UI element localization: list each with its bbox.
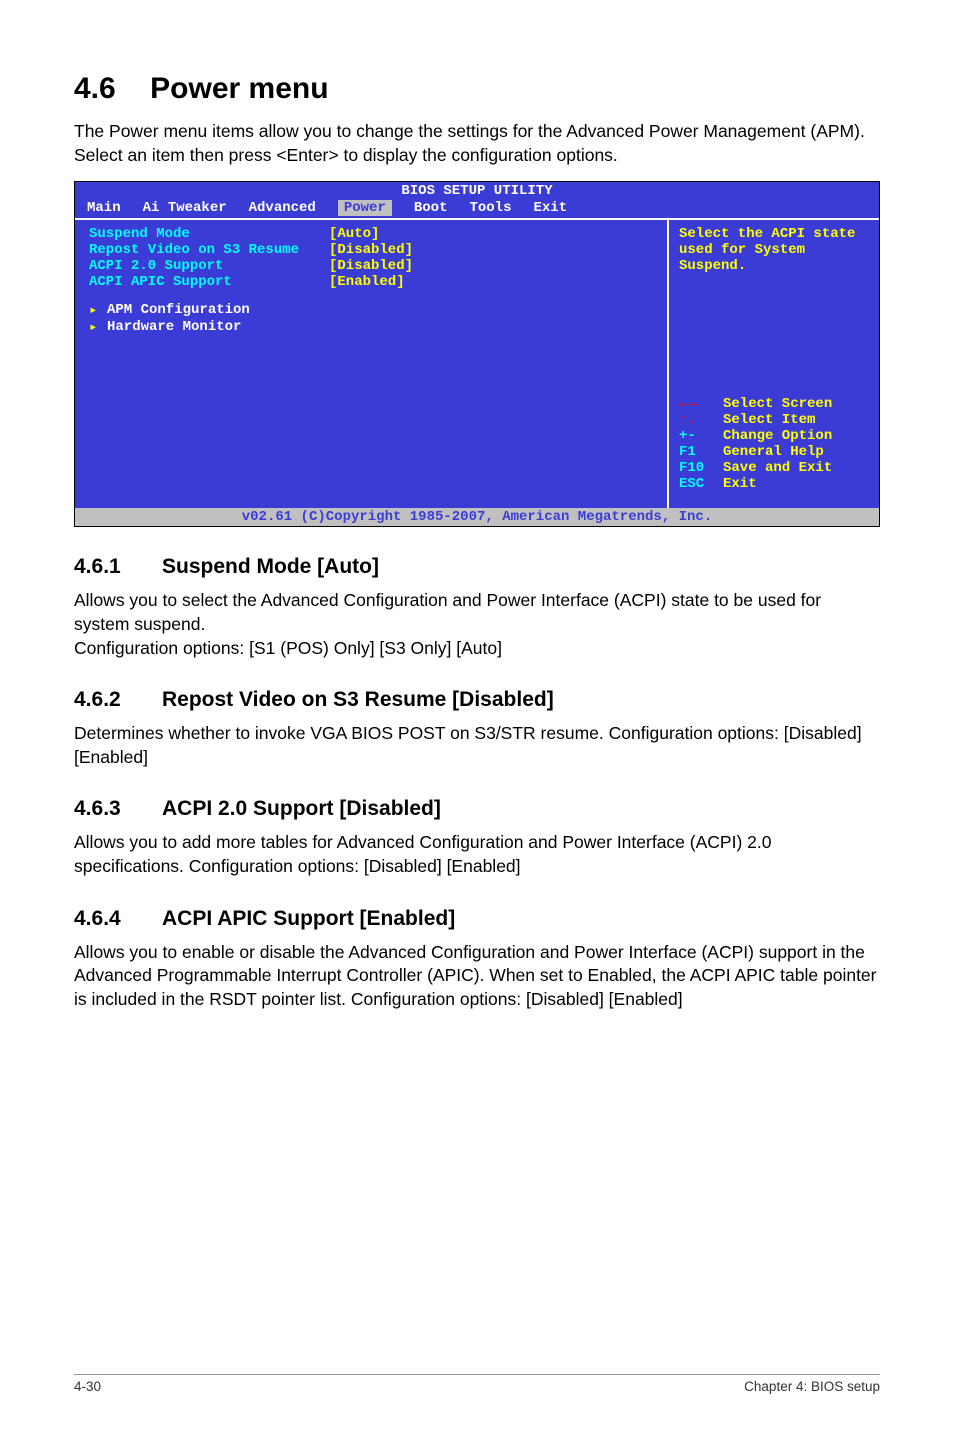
subsection-number: 4.6.4 bbox=[74, 907, 162, 931]
subsection-title: ACPI APIC Support [Enabled] bbox=[162, 907, 455, 930]
bios-key: F10 bbox=[679, 460, 723, 476]
bios-option-row: ACPI APIC Support[Enabled] bbox=[89, 274, 655, 290]
bios-tab: Ai Tweaker bbox=[143, 200, 227, 216]
bios-key-desc: Select Item bbox=[723, 412, 815, 428]
bios-tab: Power bbox=[338, 200, 392, 216]
page-number: 4-30 bbox=[74, 1379, 101, 1394]
arrow-right-icon: ▸ bbox=[89, 302, 107, 319]
bios-key: ←→ bbox=[679, 396, 723, 412]
subsection-heading: 4.6.1Suspend Mode [Auto] bbox=[74, 555, 880, 579]
bios-submenu-row: ▸APM Configuration bbox=[89, 302, 655, 319]
bios-submenu-label: APM Configuration bbox=[107, 302, 250, 319]
bios-tab: Exit bbox=[533, 200, 567, 216]
bios-right-pane: Select the ACPI stateused for SystemSusp… bbox=[669, 220, 879, 508]
bios-screenshot: BIOS SETUP UTILITY Main Ai Tweaker Advance… bbox=[74, 181, 880, 527]
bios-key-desc: General Help bbox=[723, 444, 824, 460]
body-text: Configuration options: [S1 (POS) Only] [… bbox=[74, 637, 880, 661]
bios-option-label: ACPI APIC Support bbox=[89, 274, 329, 290]
body-text: Allows you to enable or disable the Adva… bbox=[74, 941, 880, 1012]
bios-help-line: used for System bbox=[679, 242, 869, 258]
bios-option-label: Suspend Mode bbox=[89, 226, 329, 242]
subsection-title: ACPI 2.0 Support [Disabled] bbox=[162, 797, 441, 820]
bios-key-desc: Exit bbox=[723, 476, 757, 492]
bios-tab: Advanced bbox=[249, 200, 316, 216]
bios-key-row: ↑↓Select Item bbox=[679, 412, 869, 428]
bios-key-desc: Change Option bbox=[723, 428, 832, 444]
bios-option-row: Suspend Mode[Auto] bbox=[89, 226, 655, 242]
bios-menu-bar: Main Ai Tweaker Advanced Power Boot Tools Exit bbox=[75, 200, 879, 218]
bios-submenu-label: Hardware Monitor bbox=[107, 319, 241, 336]
section-heading: 4.6 Power menu bbox=[74, 72, 880, 106]
bios-key-row: F1General Help bbox=[679, 444, 869, 460]
bios-left-pane: Suspend Mode[Auto]Repost Video on S3 Res… bbox=[75, 220, 669, 508]
bios-key: +- bbox=[679, 428, 723, 444]
intro-text: The Power menu items allow you to change… bbox=[74, 120, 880, 167]
bios-help-line: Select the ACPI state bbox=[679, 226, 869, 242]
bios-key-help: ←→Select Screen↑↓Select Item+-Change Opt… bbox=[679, 396, 869, 492]
subsection-number: 4.6.3 bbox=[74, 797, 162, 821]
bios-option-value: [Auto] bbox=[329, 226, 379, 242]
bios-help-desc: Select the ACPI stateused for SystemSusp… bbox=[679, 226, 869, 396]
bios-key-row: ESCExit bbox=[679, 476, 869, 492]
subsection-number: 4.6.1 bbox=[74, 555, 162, 579]
bios-help-line: Suspend. bbox=[679, 258, 869, 274]
bios-key-desc: Save and Exit bbox=[723, 460, 832, 476]
bios-option-label: Repost Video on S3 Resume bbox=[89, 242, 329, 258]
page-footer: 4-30 Chapter 4: BIOS setup bbox=[74, 1374, 880, 1394]
subsection-title: Repost Video on S3 Resume [Disabled] bbox=[162, 688, 554, 711]
subsection-heading: 4.6.3ACPI 2.0 Support [Disabled] bbox=[74, 797, 880, 821]
bios-option-label: ACPI 2.0 Support bbox=[89, 258, 329, 274]
bios-key-desc: Select Screen bbox=[723, 396, 832, 412]
bios-tab: Main bbox=[87, 200, 121, 216]
bios-body: Suspend Mode[Auto]Repost Video on S3 Res… bbox=[75, 218, 879, 508]
bios-key-row: F10Save and Exit bbox=[679, 460, 869, 476]
bios-key: F1 bbox=[679, 444, 723, 460]
chapter-label: Chapter 4: BIOS setup bbox=[744, 1379, 880, 1394]
subsection-title: Suspend Mode [Auto] bbox=[162, 555, 379, 578]
bios-option-value: [Disabled] bbox=[329, 258, 413, 274]
bios-key: ESC bbox=[679, 476, 723, 492]
body-text: Determines whether to invoke VGA BIOS PO… bbox=[74, 722, 880, 769]
subsection-heading: 4.6.4ACPI APIC Support [Enabled] bbox=[74, 907, 880, 931]
bios-key-row: +-Change Option bbox=[679, 428, 869, 444]
bios-footer: v02.61 (C)Copyright 1985-2007, American … bbox=[75, 508, 879, 526]
bios-submenu-row: ▸Hardware Monitor bbox=[89, 319, 655, 336]
arrow-right-icon: ▸ bbox=[89, 319, 107, 336]
subsection-number: 4.6.2 bbox=[74, 688, 162, 712]
bios-key: ↑↓ bbox=[679, 412, 723, 428]
body-text: Allows you to add more tables for Advanc… bbox=[74, 831, 880, 878]
subsection-heading: 4.6.2Repost Video on S3 Resume [Disabled… bbox=[74, 688, 880, 712]
bios-option-value: [Enabled] bbox=[329, 274, 405, 290]
bios-option-row: Repost Video on S3 Resume[Disabled] bbox=[89, 242, 655, 258]
bios-option-row: ACPI 2.0 Support[Disabled] bbox=[89, 258, 655, 274]
bios-tab: Boot bbox=[414, 200, 448, 216]
body-text: Allows you to select the Advanced Config… bbox=[74, 589, 880, 636]
bios-option-value: [Disabled] bbox=[329, 242, 413, 258]
bios-tab: Tools bbox=[469, 200, 511, 216]
section-number: 4.6 bbox=[74, 72, 116, 106]
section-title: Power menu bbox=[150, 72, 328, 106]
bios-key-row: ←→Select Screen bbox=[679, 396, 869, 412]
bios-title: BIOS SETUP UTILITY bbox=[75, 182, 879, 200]
